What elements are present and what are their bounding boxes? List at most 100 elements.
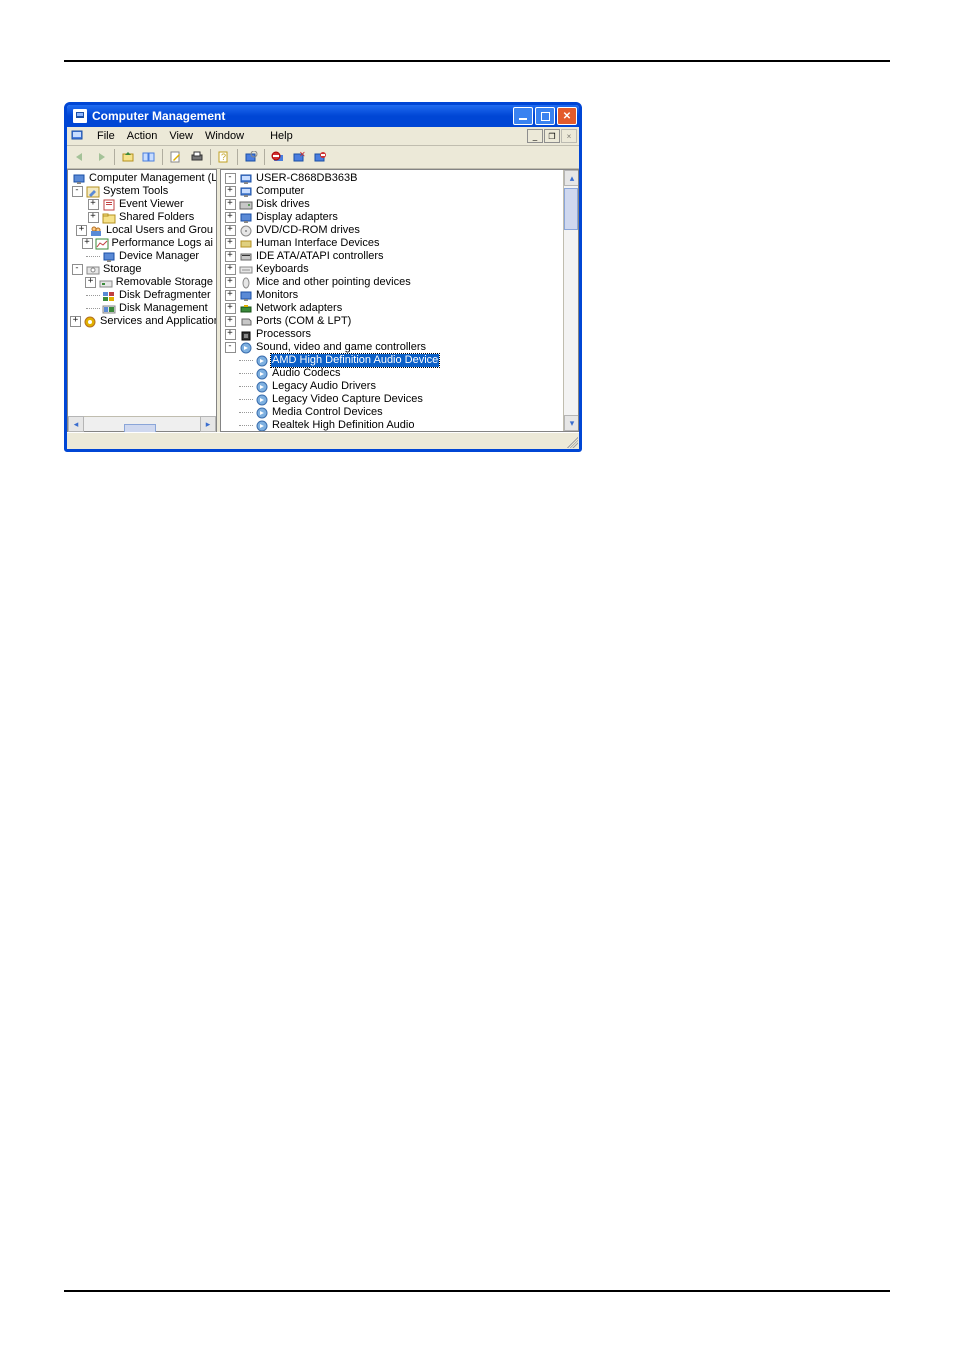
right-vertical-scrollbar[interactable]: ▴ ▾ <box>563 170 578 431</box>
titlebar[interactable]: Computer Management ✕ <box>67 105 579 127</box>
expand-toggle[interactable]: - <box>225 173 236 184</box>
resize-grip[interactable] <box>564 434 578 448</box>
expand-toggle[interactable]: + <box>88 199 99 210</box>
expand-toggle[interactable]: + <box>76 225 87 236</box>
properties-button[interactable] <box>166 147 186 167</box>
tree-node[interactable]: Legacy Audio Drivers <box>223 380 561 393</box>
expand-toggle[interactable]: + <box>225 316 236 327</box>
tree-node[interactable]: -Storage <box>70 263 214 276</box>
expand-toggle[interactable]: + <box>85 277 96 288</box>
tree-node[interactable]: Media Control Devices <box>223 406 561 419</box>
tree-node[interactable]: Realtek High Definition Audio <box>223 419 561 431</box>
left-horizontal-scrollbar[interactable]: ◂ ▸ <box>68 416 216 431</box>
sound-icon <box>255 355 269 367</box>
tree-node[interactable]: +Disk drives <box>223 198 561 211</box>
close-button[interactable]: ✕ <box>557 107 577 125</box>
forward-button[interactable] <box>91 147 111 167</box>
mdi-system-icon[interactable] <box>71 129 85 143</box>
tree-node[interactable]: +Event Viewer <box>70 198 214 211</box>
scroll-down-button[interactable]: ▾ <box>564 415 578 431</box>
scroll-up-button[interactable]: ▴ <box>564 170 578 186</box>
tree-root[interactable]: -USER-C868DB363B <box>223 172 561 185</box>
expand-toggle[interactable]: + <box>225 238 236 249</box>
expand-toggle[interactable]: + <box>225 186 236 197</box>
tree-node-label: IDE ATA/ATAPI controllers <box>255 250 385 263</box>
expand-toggle[interactable]: + <box>225 225 236 236</box>
expand-toggle[interactable]: + <box>225 303 236 314</box>
mdi-close-button[interactable]: × <box>561 129 577 143</box>
expand-toggle[interactable]: + <box>225 264 236 275</box>
show-hide-tree-button[interactable] <box>139 147 159 167</box>
tree-node-label: Computer Management (Loc <box>88 172 216 185</box>
tree-node[interactable]: +Ports (COM & LPT) <box>223 315 561 328</box>
menu-file[interactable]: File <box>91 130 121 142</box>
console-tree[interactable]: Computer Management (Loc-System Tools+Ev… <box>68 170 216 416</box>
tree-node[interactable]: Disk Defragmenter <box>70 289 214 302</box>
mdi-minimize-button[interactable]: _ <box>527 129 543 143</box>
tree-node-label: AMD High Definition Audio Device <box>271 354 439 367</box>
tree-node[interactable]: +Performance Logs ai <box>70 237 214 250</box>
expand-toggle[interactable]: - <box>72 264 83 275</box>
expand-toggle[interactable]: + <box>225 199 236 210</box>
tree-node[interactable]: + Removable Storage <box>70 276 214 289</box>
back-button[interactable] <box>70 147 90 167</box>
scroll-thumb[interactable] <box>564 188 578 230</box>
tree-node[interactable]: Audio Codecs <box>223 367 561 380</box>
menu-help[interactable]: Help <box>264 130 299 142</box>
hid-icon <box>239 238 253 250</box>
scroll-right-button[interactable]: ▸ <box>200 416 216 432</box>
update-driver-button[interactable]: ✕ <box>289 147 309 167</box>
tree-node[interactable]: +Services and Application <box>70 315 214 328</box>
tree-node[interactable]: +Human Interface Devices <box>223 237 561 250</box>
disable-button[interactable] <box>310 147 330 167</box>
expand-toggle[interactable]: + <box>225 290 236 301</box>
expand-toggle[interactable]: - <box>225 342 236 353</box>
device-tree[interactable]: -USER-C868DB363B+Computer+Disk drives+Di… <box>221 170 563 431</box>
tree-node[interactable]: +Local Users and Grou <box>70 224 214 237</box>
tree-node[interactable]: +Display adapters <box>223 211 561 224</box>
tree-node-label: Shared Folders <box>118 211 195 224</box>
tree-node-label: Mice and other pointing devices <box>255 276 412 289</box>
tree-node[interactable]: + Mice and other pointing devices <box>223 276 561 289</box>
expand-toggle[interactable]: - <box>72 186 83 197</box>
tree-node[interactable]: +Computer <box>223 185 561 198</box>
tree-root[interactable]: Computer Management (Loc <box>70 172 214 185</box>
tree-node[interactable]: +Keyboards <box>223 263 561 276</box>
tree-node-label: Legacy Video Capture Devices <box>271 393 424 406</box>
expand-toggle[interactable]: + <box>225 212 236 223</box>
help-button[interactable]: ? <box>214 147 234 167</box>
tree-node[interactable]: +Processors <box>223 328 561 341</box>
tree-node[interactable]: -System Tools <box>70 185 214 198</box>
tree-node[interactable]: AMD High Definition Audio Device <box>223 354 561 367</box>
tree-node[interactable]: Disk Management <box>70 302 214 315</box>
tree-node[interactable]: + IDE ATA/ATAPI controllers <box>223 250 561 263</box>
tree-node[interactable]: +DVD/CD-ROM drives <box>223 224 561 237</box>
expand-toggle[interactable]: + <box>225 251 236 262</box>
expand-toggle[interactable]: + <box>225 277 236 288</box>
uninstall-button[interactable] <box>268 147 288 167</box>
up-button[interactable] <box>118 147 138 167</box>
scroll-thumb[interactable] <box>124 424 156 432</box>
minimize-button[interactable] <box>513 107 533 125</box>
menu-window[interactable]: Window <box>199 130 250 142</box>
scroll-left-button[interactable]: ◂ <box>68 416 84 432</box>
expand-toggle[interactable]: + <box>82 238 93 249</box>
menu-action[interactable]: Action <box>121 130 164 142</box>
tree-node[interactable]: Device Manager <box>70 250 214 263</box>
storage-icon <box>86 264 100 276</box>
expand-toggle[interactable]: + <box>88 212 99 223</box>
tree-node[interactable]: + Shared Folders <box>70 211 214 224</box>
tree-node[interactable]: +Monitors <box>223 289 561 302</box>
menu-view[interactable]: View <box>163 130 199 142</box>
expand-toggle[interactable]: + <box>70 316 81 327</box>
expand-toggle[interactable]: + <box>225 329 236 340</box>
mdi-restore-button[interactable]: ❐ <box>544 129 560 143</box>
tree-node[interactable]: Legacy Video Capture Devices <box>223 393 561 406</box>
tree-node[interactable]: -Sound, video and game controllers <box>223 341 561 354</box>
tree-node-label: Removable Storage <box>115 276 214 289</box>
scan-hardware-button[interactable] <box>241 147 261 167</box>
tree-node[interactable]: +Network adapters <box>223 302 561 315</box>
maximize-button[interactable] <box>535 107 555 125</box>
print-button[interactable] <box>187 147 207 167</box>
folder-icon <box>102 212 116 224</box>
